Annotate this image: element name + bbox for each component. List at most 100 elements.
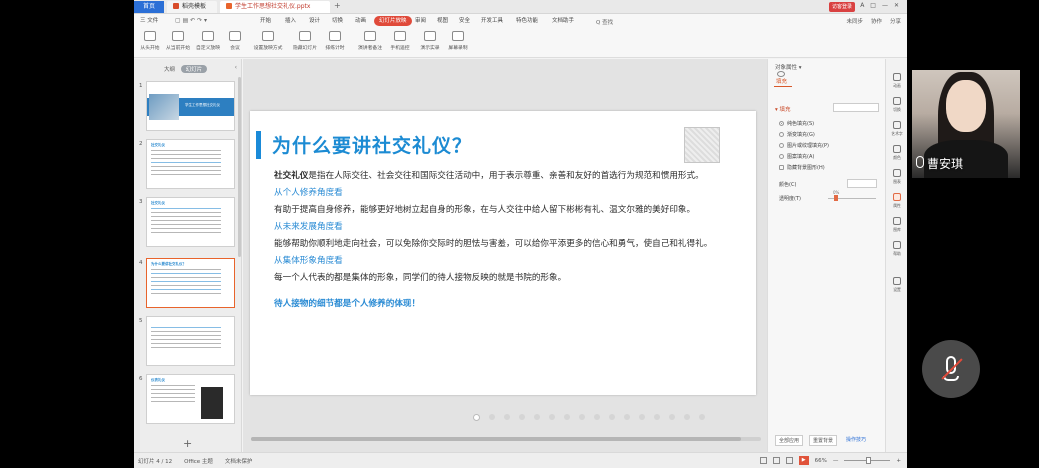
transparency-slider-knob[interactable]: [834, 195, 838, 201]
reading-view-icon[interactable]: [785, 457, 793, 464]
tab-document[interactable]: 学生工作思想社交礼仪.pptx: [220, 1, 330, 13]
side-tool-item[interactable]: 图表: [888, 169, 906, 185]
mute-microphone-button[interactable]: [922, 340, 980, 398]
close-button[interactable]: ✕: [894, 2, 899, 9]
slide-thumbnail[interactable]: 社交礼仪: [146, 139, 235, 189]
apply-all-button[interactable]: 全部应用: [775, 435, 804, 446]
horizontal-scrollbar[interactable]: [251, 437, 761, 441]
restore-button[interactable]: □: [870, 2, 876, 9]
slide-thumbnail[interactable]: 社交礼仪: [146, 197, 235, 247]
slide-thumbnail[interactable]: 仪表礼仪: [146, 374, 235, 424]
radio-pattern-fill[interactable]: 图案填充(A): [779, 153, 814, 160]
pager-dot[interactable]: [609, 414, 615, 420]
current-slide[interactable]: 为什么要讲社交礼仪？ 社交礼仪是指在人际交往、社会交往和国际交往活动中，用于表示…: [250, 111, 756, 395]
side-tool-item[interactable]: 属性: [888, 193, 906, 209]
menu-developer[interactable]: 开发工具: [481, 16, 503, 26]
tips-link[interactable]: 操作技巧: [843, 435, 869, 446]
menu-animation[interactable]: 动画: [355, 16, 366, 26]
zoom-level[interactable]: 66%: [815, 458, 827, 464]
account-icon[interactable]: A: [860, 2, 864, 9]
meeting-button[interactable]: 会议: [221, 31, 249, 51]
quick-access-icons[interactable]: ▢ ▤ ↶ ↷ ▾: [175, 16, 207, 26]
search-command[interactable]: Q 查找: [596, 18, 613, 26]
pager-dot[interactable]: [684, 414, 690, 420]
tab-outline[interactable]: 大纲: [164, 67, 175, 73]
fill-dropdown[interactable]: [833, 103, 879, 112]
rehearse-timing-button[interactable]: 排练计时: [321, 31, 349, 51]
demo-record-button[interactable]: 演示实录: [416, 31, 444, 51]
side-tool-item[interactable]: 动画: [888, 73, 906, 89]
reset-background-button[interactable]: 重置背景: [809, 435, 838, 446]
pager-dot[interactable]: [519, 414, 525, 420]
minimize-button[interactable]: —: [882, 2, 888, 9]
pager-dot[interactable]: [639, 414, 645, 420]
thumbnail-scrollbar[interactable]: [238, 77, 241, 257]
share-button[interactable]: 分享: [890, 17, 901, 25]
menu-design[interactable]: 设计: [309, 16, 320, 26]
add-slide-button[interactable]: +: [183, 437, 192, 450]
menu-slideshow[interactable]: 幻灯片放映: [374, 16, 412, 26]
side-tool-item[interactable]: 设置: [888, 277, 906, 293]
scrollbar-knob[interactable]: [251, 437, 741, 441]
setup-show-button[interactable]: 设置放映方式: [251, 31, 285, 51]
radio-picture-fill[interactable]: 图片或纹理填充(P): [779, 142, 829, 149]
menu-insert[interactable]: 插入: [285, 16, 296, 26]
theme-name[interactable]: Office 主题: [184, 457, 213, 465]
custom-show-button[interactable]: 自定义放映: [194, 31, 222, 51]
menu-review[interactable]: 审阅: [415, 16, 426, 26]
pager-dot[interactable]: [669, 414, 675, 420]
slide-thumbnail-selected[interactable]: 为什么要讲社交礼仪？: [146, 258, 235, 308]
zoom-in-button[interactable]: +: [896, 458, 901, 464]
side-tool-item[interactable]: 艺术字: [888, 121, 906, 137]
menu-doc-assistant[interactable]: 文档助手: [552, 16, 574, 26]
hide-slide-button[interactable]: 隐藏幻灯片: [289, 31, 321, 51]
zoom-slider-knob[interactable]: [866, 457, 872, 464]
slide-body-text[interactable]: 社交礼仪是指在人际交往、社会交往和国际交往活动中，用于表示尊重、亲善和友好的首选…: [274, 168, 720, 313]
pager-dot[interactable]: [549, 414, 555, 420]
slide-thumbnail[interactable]: [146, 316, 235, 366]
fill-section-header[interactable]: ▾ 填充: [775, 105, 791, 113]
play-from-start-button[interactable]: 从头开始: [136, 31, 164, 51]
side-tool-item[interactable]: 图库: [888, 217, 906, 233]
side-tool-item[interactable]: 切换: [888, 97, 906, 113]
pager-dot[interactable]: [534, 414, 540, 420]
tab-docer[interactable]: 稻壳模板: [167, 1, 217, 13]
pager-dot[interactable]: [654, 414, 660, 420]
screen-record-button[interactable]: 屏幕录制: [444, 31, 472, 51]
tab-slides[interactable]: 幻灯片: [180, 65, 208, 73]
new-tab-button[interactable]: +: [334, 1, 341, 10]
color-picker[interactable]: [847, 179, 877, 188]
phone-remote-button[interactable]: 手机遥控: [386, 31, 414, 51]
sorter-view-icon[interactable]: [772, 457, 780, 464]
zoom-out-button[interactable]: —: [833, 458, 839, 464]
presenter-notes-button[interactable]: 演讲者备注: [354, 31, 386, 51]
login-button[interactable]: 访客登录: [829, 2, 855, 12]
menu-file[interactable]: 三 文件: [140, 16, 158, 26]
radio-gradient-fill[interactable]: 渐变填充(G): [779, 131, 815, 138]
pager-dot[interactable]: [594, 414, 600, 420]
pager-dot[interactable]: [699, 414, 705, 420]
pager-dot[interactable]: [624, 414, 630, 420]
pager-dot[interactable]: [579, 414, 585, 420]
menu-security[interactable]: 安全: [459, 16, 470, 26]
tab-fill[interactable]: 填充: [776, 77, 787, 85]
side-tool-item[interactable]: 颜色: [888, 145, 906, 161]
zoom-slider[interactable]: [844, 457, 891, 464]
tab-home[interactable]: 首页: [134, 1, 164, 13]
play-slideshow-icon[interactable]: ▶: [798, 456, 809, 465]
play-from-current-button[interactable]: 从当前开始: [164, 31, 192, 51]
document-protection[interactable]: 文档未保护: [225, 457, 253, 465]
pager-dot[interactable]: [564, 414, 570, 420]
panel-title[interactable]: 对象属性 ▾: [775, 63, 802, 71]
slide-title[interactable]: 为什么要讲社交礼仪？: [272, 131, 472, 158]
menu-view[interactable]: 视图: [437, 16, 448, 26]
sync-status[interactable]: 未同步: [846, 17, 863, 25]
menu-features[interactable]: 特色功能: [516, 16, 538, 26]
menu-home[interactable]: 开始: [260, 16, 271, 26]
collaborate-button[interactable]: 协作: [871, 17, 882, 25]
collapse-panel-icon[interactable]: ‹: [235, 64, 237, 71]
normal-view-icon[interactable]: [759, 457, 767, 464]
slide-thumbnail[interactable]: 学生工作思想社交礼仪: [146, 81, 235, 131]
pager-dot[interactable]: [489, 414, 495, 420]
pager-dot[interactable]: [473, 414, 480, 421]
